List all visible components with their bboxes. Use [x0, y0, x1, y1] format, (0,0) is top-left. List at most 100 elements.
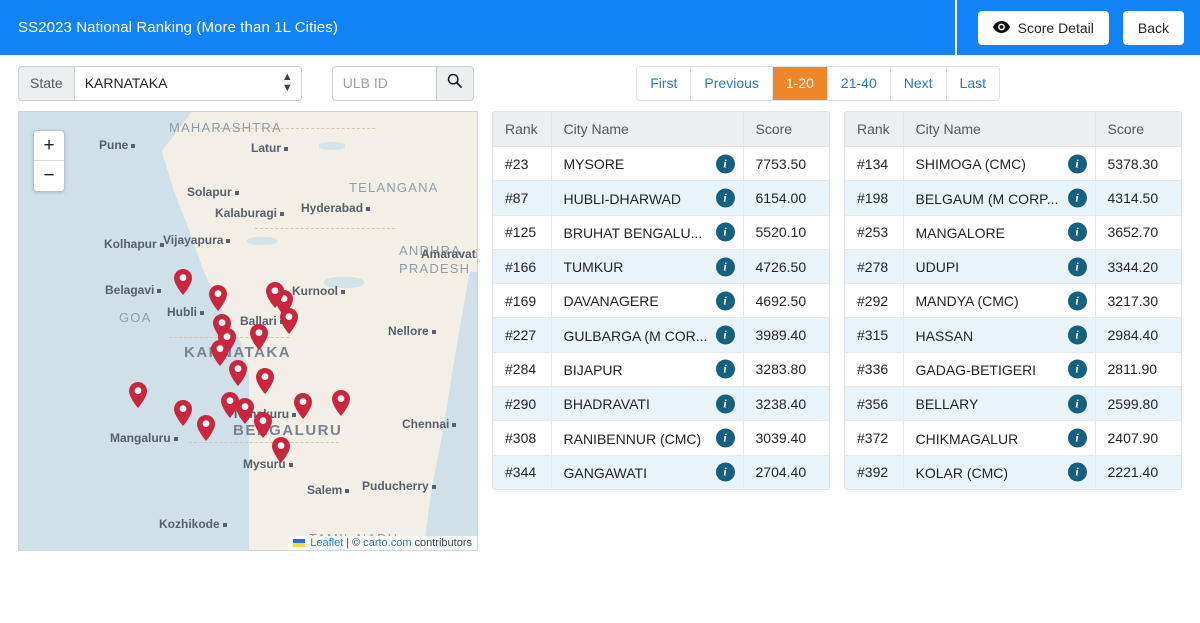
table-row[interactable]: #392 KOLAR (CMC) i 2221.40 — [845, 455, 1181, 489]
table-row[interactable]: #336 GADAG-BETIGERI i 2811.90 — [845, 352, 1181, 388]
cell-rank: #278 — [845, 249, 904, 285]
info-icon[interactable]: i — [1067, 291, 1087, 311]
map-marker-pin-icon[interactable] — [209, 285, 227, 311]
map-marker-pin-icon[interactable] — [280, 308, 298, 334]
info-icon[interactable]: i — [715, 154, 735, 174]
map-marker-pin-icon[interactable] — [294, 393, 312, 419]
table-row[interactable]: #198 BELGAUM (M CORP... i 4314.50 — [845, 180, 1181, 216]
cell-rank: #253 — [845, 215, 904, 250]
pager-item-next[interactable]: Next — [890, 66, 947, 100]
info-icon[interactable]: i — [715, 188, 735, 208]
table-row[interactable]: #290 BHADRAVATI i 3238.40 — [493, 386, 829, 422]
map-marker-pin-icon[interactable] — [256, 368, 274, 394]
pager-item-1-20[interactable]: 1-20 — [772, 66, 828, 100]
map-city-dot-icon — [431, 484, 436, 489]
pager-item-first[interactable]: First — [637, 66, 692, 100]
map-marker-pin-icon[interactable] — [272, 437, 290, 463]
table-row[interactable]: #87 HUBLI-DHARWAD i 6154.00 — [493, 180, 829, 216]
map-marker-pin-icon[interactable] — [229, 360, 247, 386]
cell-score: 4692.50 — [743, 283, 829, 319]
table-row[interactable]: #134 SHIMOGA (CMC) i 5378.30 — [845, 146, 1181, 182]
info-icon[interactable]: i — [1067, 222, 1087, 242]
map-city-label-text: Solapur — [187, 185, 232, 199]
table-row[interactable]: #356 BELLARY i 2599.80 — [845, 386, 1181, 422]
ulb-id-input[interactable] — [331, 65, 436, 101]
map-marker-pin-icon[interactable] — [250, 324, 268, 350]
map-marker-pin-icon[interactable] — [254, 412, 272, 438]
map-marker-pin-icon[interactable] — [211, 340, 229, 366]
zoom-in-button[interactable]: + — [34, 131, 64, 161]
back-button[interactable]: Back — [1122, 10, 1184, 45]
state-select[interactable]: KARNATAKA — [73, 65, 302, 101]
ranking-table: Rank City Name Score #134 SHIMOGA (CMC) i 537… — [845, 112, 1181, 489]
carto-link[interactable]: carto.com — [363, 537, 411, 549]
pager-item-last[interactable]: Last — [946, 66, 999, 100]
table-row[interactable]: #169 DAVANAGERE i 4692.50 — [493, 283, 829, 319]
table-row[interactable]: #253 MANGALORE i 3652.70 — [845, 215, 1181, 250]
city-name-text: RANIBENNUR (CMC) — [563, 430, 702, 447]
table-row[interactable]: #227 GULBARGA (M COR... i 3989.40 — [493, 317, 829, 353]
search-button[interactable] — [435, 65, 474, 101]
table-row[interactable]: #166 TUMKUR i 4726.50 — [493, 249, 829, 285]
info-icon[interactable]: i — [715, 222, 735, 242]
info-icon[interactable]: i — [1067, 462, 1087, 482]
info-icon[interactable]: i — [715, 428, 735, 448]
map-city-label: Latur — [251, 141, 288, 155]
map-region-label: MAHARASHTRA — [169, 120, 282, 135]
table-row[interactable]: #344 GANGAWATI i 2704.40 — [493, 455, 829, 489]
info-icon[interactable]: i — [715, 291, 735, 311]
info-icon[interactable]: i — [715, 462, 735, 482]
cell-score: 2811.90 — [1095, 352, 1181, 388]
info-icon[interactable]: i — [1067, 154, 1087, 174]
info-icon[interactable]: i — [1067, 359, 1087, 379]
table-row[interactable]: #292 MANDYA (CMC) i 3217.30 — [845, 283, 1181, 319]
table-row[interactable]: #372 CHIKMAGALUR i 2407.90 — [845, 420, 1181, 456]
info-icon[interactable]: i — [1067, 257, 1087, 277]
table-row[interactable]: #284 BIJAPUR i 3283.80 — [493, 352, 829, 388]
table-row[interactable]: #278 UDUPI i 3344.20 — [845, 249, 1181, 285]
map-city-dot-icon — [431, 329, 436, 334]
map-marker-pin-icon[interactable] — [236, 398, 254, 424]
city-name-text: BHADRAVATI — [563, 396, 650, 413]
info-icon[interactable]: i — [1067, 394, 1087, 414]
info-icon[interactable]: i — [715, 359, 735, 379]
table-row[interactable]: #125 BRUHAT BENGALU... i 5520.10 — [493, 215, 829, 250]
zoom-out-button[interactable]: − — [34, 161, 64, 191]
table-row[interactable]: #315 HASSAN i 2984.40 — [845, 317, 1181, 353]
cell-city-name: GANGAWATI i — [551, 455, 744, 489]
table-row[interactable]: #23 MYSORE i 7753.50 — [493, 146, 829, 182]
info-icon[interactable]: i — [1067, 188, 1087, 208]
cell-city-name: SHIMOGA (CMC) i — [903, 146, 1096, 182]
map-marker-pin-icon[interactable] — [197, 415, 215, 441]
cell-rank: #290 — [493, 386, 552, 422]
city-name-text: SHIMOGA (CMC) — [915, 156, 1026, 173]
pager-item-previous[interactable]: Previous — [691, 66, 773, 100]
pager-item-21-40[interactable]: 21-40 — [827, 66, 891, 100]
map-marker-pin-icon[interactable] — [332, 390, 350, 416]
header-divider — [955, 0, 957, 55]
map-zoom-controls[interactable]: + − — [33, 130, 65, 192]
map-city-label: Hubli — [167, 305, 204, 319]
cell-score: 4726.50 — [743, 249, 829, 285]
map-marker-pin-icon[interactable] — [266, 282, 284, 308]
cell-rank: #315 — [845, 317, 904, 353]
map-marker-pin-icon[interactable] — [129, 382, 147, 408]
cell-city-name: HUBLI-DHARWAD i — [551, 180, 744, 216]
table-row[interactable]: #308 RANIBENNUR (CMC) i 3039.40 — [493, 420, 829, 456]
cell-rank: #308 — [493, 420, 552, 456]
leaflet-link[interactable]: Leaflet — [310, 537, 343, 549]
info-icon[interactable]: i — [715, 325, 735, 345]
info-icon[interactable]: i — [715, 257, 735, 277]
cell-rank: #344 — [493, 455, 552, 489]
attribution-copyright: © — [352, 537, 361, 549]
info-icon[interactable]: i — [1067, 428, 1087, 448]
info-icon[interactable]: i — [1067, 325, 1087, 345]
info-icon[interactable]: i — [715, 394, 735, 414]
map-city-label-text: Kozhikode — [159, 517, 220, 531]
map-city-label: Amaravati — [421, 247, 477, 261]
score-detail-button[interactable]: Score Detail — [977, 10, 1109, 45]
map-marker-pin-icon[interactable] — [174, 400, 192, 426]
map-marker-pin-icon[interactable] — [174, 269, 192, 295]
map-panel[interactable]: MAHARASHTRA TELANGANA ANDHRA PRADESH GOA KARN… — [18, 111, 478, 551]
city-name-text: BELGAUM (M CORP... — [915, 190, 1059, 207]
